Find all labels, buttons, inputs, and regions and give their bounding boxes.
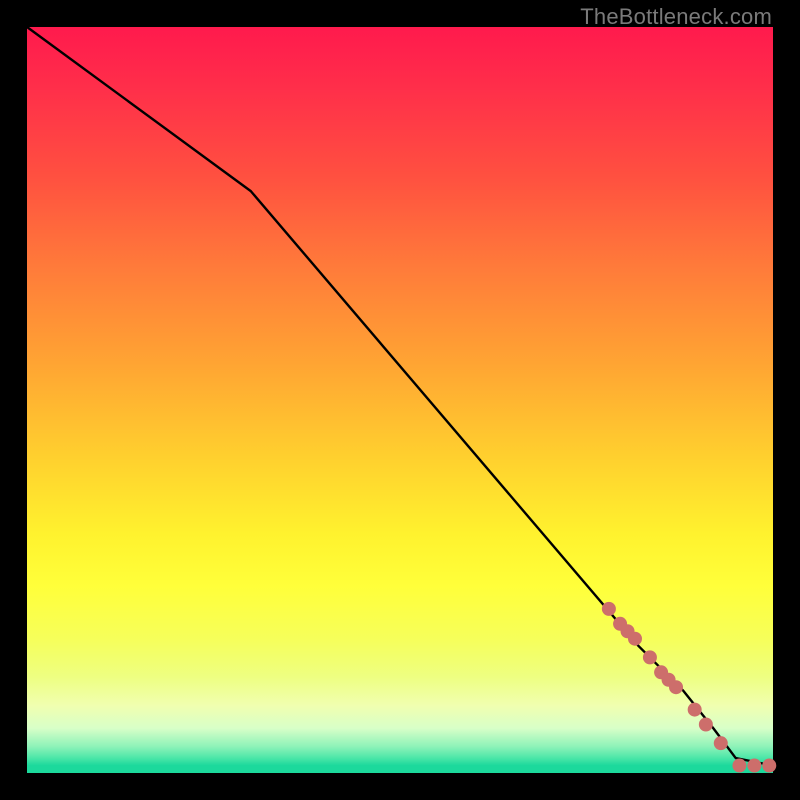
data-marker xyxy=(732,759,746,773)
data-marker xyxy=(602,602,616,616)
data-marker xyxy=(628,632,642,646)
data-marker xyxy=(669,680,683,694)
data-marker xyxy=(762,759,776,773)
marker-group xyxy=(602,602,776,773)
data-marker xyxy=(714,736,728,750)
plot-area xyxy=(27,27,773,773)
data-marker xyxy=(688,703,702,717)
bottleneck-curve-line xyxy=(27,27,773,766)
data-marker xyxy=(747,759,761,773)
bottleneck-chart-svg xyxy=(27,27,773,773)
data-marker xyxy=(699,718,713,732)
data-marker xyxy=(643,650,657,664)
chart-frame: TheBottleneck.com xyxy=(0,0,800,800)
